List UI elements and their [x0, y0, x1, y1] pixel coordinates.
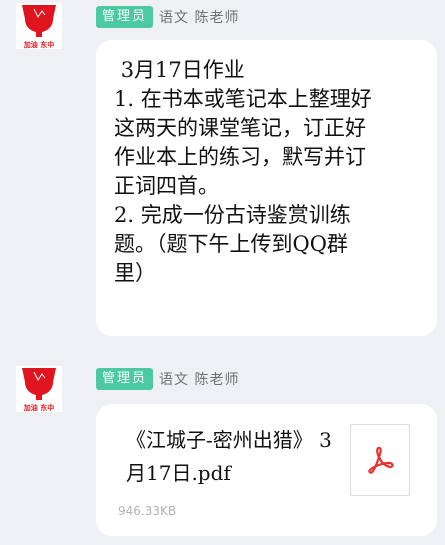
file-name: 《江城子-密州出猎》 3月17日.pdf: [126, 428, 332, 485]
sender-name: 语文 陈老师: [159, 372, 240, 388]
sender-meta: 管理员 语文 陈老师: [96, 367, 239, 391]
admin-badge: 管理员: [96, 368, 154, 390]
file-size: 946.33KB: [118, 504, 177, 518]
pdf-file-icon[interactable]: [350, 424, 410, 496]
avatar[interactable]: 加油 东中: [16, 366, 62, 412]
acrobat-logo-icon: [368, 446, 394, 474]
file-message-bubble[interactable]: 《江城子-密州出猎》 3月17日.pdf 946.33KB: [96, 404, 437, 536]
chat-message: 加油 东中 管理员 语文 陈老师 《江城子-密州出猎》 3月17日.pdf 94…: [0, 0, 445, 545]
svg-text:加油 东中: 加油 东中: [23, 403, 54, 412]
